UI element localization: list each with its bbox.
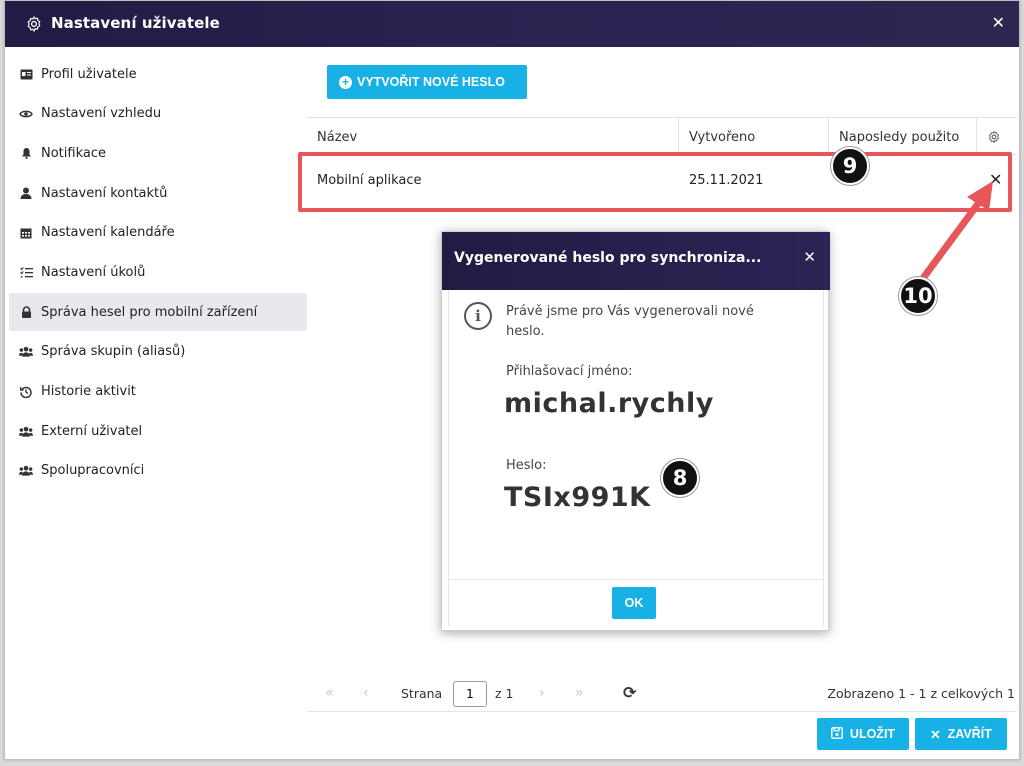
- settings-window: Nastavení uživatele ✕ Profil uživatele N…: [4, 0, 1020, 760]
- pagination: « ‹ Strana z 1 › » ⟳ Zobrazeno 1 - 1 z c…: [307, 677, 1017, 711]
- refresh-icon[interactable]: ⟳: [623, 683, 636, 702]
- lock-icon: [19, 305, 33, 319]
- page-number-input[interactable]: [453, 681, 487, 707]
- calendar-icon: [19, 226, 33, 240]
- sidebar-item-label: Nastavení kontaktů: [41, 185, 168, 201]
- sidebar-item-notifications[interactable]: Notifikace: [9, 134, 307, 172]
- id-card-icon: [19, 67, 33, 81]
- sidebar-item-appearance[interactable]: Nastavení vzhledu: [9, 95, 307, 133]
- page-label: Strana: [401, 686, 443, 701]
- bell-icon: [19, 146, 33, 160]
- gear-icon: [27, 16, 41, 32]
- close-x-icon: ✕: [930, 727, 941, 742]
- passwords-table-header: Název Vytvořeno Naposledy použito: [307, 117, 1017, 156]
- sidebar-item-label: Nastavení kalendáře: [41, 225, 175, 241]
- password-label: Heslo:: [506, 458, 547, 473]
- modal-info-text: Právě jsme pro Vás vygenerovali nové hes…: [506, 304, 754, 339]
- modal-header: Vygenerované heslo pro synchroniza... ✕: [442, 232, 830, 290]
- plus-circle-icon: +: [339, 75, 352, 89]
- window-title: Nastavení uživatele: [51, 14, 220, 32]
- sidebar-item-calendar[interactable]: Nastavení kalendáře: [9, 214, 307, 252]
- sidebar-item-label: Nastavení vzhledu: [41, 106, 162, 122]
- modal-close-icon[interactable]: ✕: [803, 248, 816, 266]
- step-badge-9: 9: [831, 147, 869, 185]
- create-password-label: VYTVOŘIT NOVÉ HESLO: [357, 75, 505, 89]
- next-page-icon[interactable]: ›: [539, 685, 545, 701]
- sidebar-item-label: Správa hesel pro mobilní zařízení: [41, 304, 258, 320]
- window-titlebar: Nastavení uživatele ✕: [5, 1, 1019, 47]
- settings-sidebar: Profil uživatele Nastavení vzhledu Notif…: [5, 55, 309, 492]
- save-label: ULOŽIT: [849, 727, 896, 741]
- step-badge-8: 8: [661, 459, 699, 497]
- close-label: ZAVŘÍT: [947, 727, 992, 741]
- ok-button[interactable]: OK: [612, 587, 656, 619]
- create-password-button[interactable]: + VYTVOŘIT NOVÉ HESLO: [327, 65, 527, 99]
- user-icon: [19, 186, 33, 200]
- pager-summary: Zobrazeno 1 - 1 z celkových 1: [827, 686, 1015, 701]
- users-icon: [19, 424, 33, 438]
- page-of-label: z 1: [495, 686, 514, 701]
- modal-footer-divider: [448, 579, 824, 580]
- generated-password-modal: Vygenerované heslo pro synchroniza... ✕ …: [441, 231, 830, 631]
- sidebar-item-label: Spolupracovníci: [41, 463, 145, 479]
- sidebar-item-label: Správa skupin (aliasů): [41, 344, 186, 360]
- sidebar-item-mobile-passwords[interactable]: Správa hesel pro mobilní zařízení: [9, 293, 307, 332]
- sidebar-item-label: Nastavení úkolů: [41, 264, 146, 280]
- tasks-icon: [19, 265, 33, 279]
- save-button[interactable]: ULOŽIT: [817, 718, 909, 750]
- users-icon: [19, 345, 33, 359]
- close-icon[interactable]: ✕: [992, 13, 1005, 32]
- users-icon: [19, 464, 33, 478]
- modal-title: Vygenerované heslo pro synchroniza...: [454, 250, 762, 266]
- column-header-name[interactable]: Název: [307, 118, 679, 156]
- sidebar-item-collaborators[interactable]: Spolupracovníci: [9, 452, 307, 490]
- first-page-icon[interactable]: «: [325, 685, 334, 701]
- close-button[interactable]: ✕ ZAVŘÍT: [915, 718, 1007, 750]
- column-settings-gear-icon[interactable]: [987, 130, 1001, 144]
- sidebar-item-label: Externí uživatel: [41, 423, 143, 439]
- prev-page-icon[interactable]: ‹: [363, 685, 369, 701]
- sidebar-item-profile[interactable]: Profil uživatele: [9, 55, 307, 93]
- login-value: michal.rychly: [504, 388, 714, 419]
- login-label: Přihlašovací jméno:: [506, 364, 633, 379]
- info-icon: i: [464, 302, 492, 330]
- sidebar-item-label: Profil uživatele: [41, 66, 137, 82]
- modal-body: [448, 232, 824, 626]
- step-badge-10: 10: [899, 277, 937, 315]
- history-icon: [19, 385, 33, 399]
- sidebar-item-contacts[interactable]: Nastavení kontaktů: [9, 174, 307, 212]
- sidebar-item-external-user[interactable]: Externí uživatel: [9, 412, 307, 450]
- sidebar-item-groups[interactable]: Správa skupin (aliasů): [9, 333, 307, 371]
- pointer-arrow: [917, 181, 993, 285]
- footer-divider: [307, 711, 1017, 712]
- last-page-icon[interactable]: »: [575, 685, 584, 701]
- password-value: TSIx991K: [504, 482, 651, 513]
- sidebar-item-history[interactable]: Historie aktivit: [9, 373, 307, 411]
- column-header-created[interactable]: Vytvořeno: [679, 118, 829, 156]
- eye-icon: [19, 107, 33, 121]
- sidebar-item-label: Historie aktivit: [41, 384, 136, 399]
- sidebar-item-label: Notifikace: [41, 145, 106, 161]
- sidebar-item-tasks[interactable]: Nastavení úkolů: [9, 253, 307, 291]
- save-icon: [831, 726, 843, 742]
